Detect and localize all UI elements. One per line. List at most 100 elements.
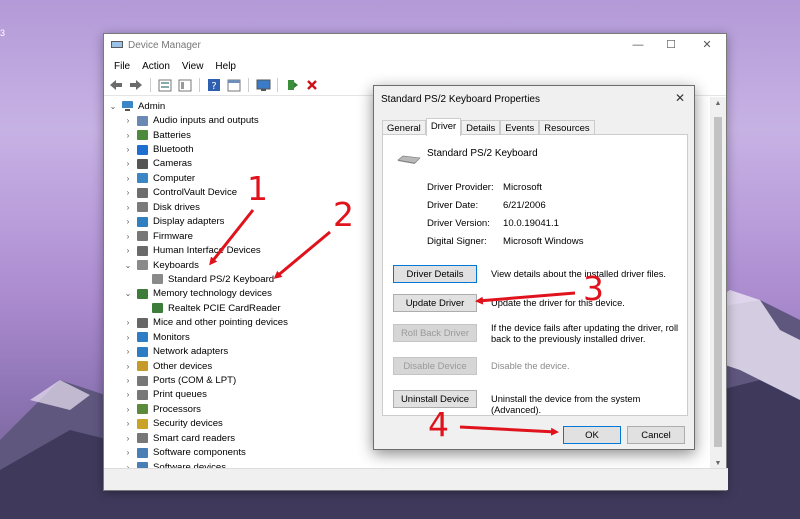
ok-button[interactable]: OK (563, 426, 621, 444)
device-category-icon (137, 361, 148, 372)
title-bar: Device Manager — ☐ ✕ (104, 34, 726, 57)
close-button[interactable]: ✕ (692, 37, 722, 53)
device-category-icon (137, 375, 148, 386)
device-category-icon (137, 158, 148, 169)
device-category-icon (137, 418, 148, 429)
expand-chevron-icon[interactable]: › (123, 174, 133, 183)
expand-chevron-icon[interactable]: › (123, 448, 133, 457)
digital-signer-value: Microsoft Windows (503, 236, 584, 247)
driver-version-value: 10.0.19041.1 (503, 218, 560, 229)
dialog-close-button[interactable]: ✕ (670, 89, 690, 107)
collapse-chevron-icon[interactable]: ⌄ (123, 289, 133, 298)
expand-chevron-icon[interactable]: › (123, 333, 133, 342)
device-category-icon (137, 130, 148, 141)
update-driver-button[interactable]: Update Driver (393, 294, 477, 312)
expand-chevron-icon[interactable]: › (123, 376, 133, 385)
tree-item-label: ControlVault Device (153, 187, 238, 199)
dialog-title: Standard PS/2 Keyboard Properties (381, 94, 540, 105)
toolbar-separator (150, 78, 151, 92)
expand-chevron-icon[interactable]: › (123, 116, 133, 125)
expand-chevron-icon[interactable]: › (123, 203, 133, 212)
device-category-icon (137, 144, 148, 155)
uninstall-icon[interactable] (304, 77, 320, 93)
help-icon[interactable]: ? (206, 77, 222, 93)
desktop-edge-mark: 3 (0, 28, 6, 38)
device-category-icon (137, 202, 148, 213)
scrollbar-thumb[interactable] (714, 117, 722, 447)
expand-chevron-icon[interactable]: ⌄ (108, 102, 118, 111)
show-hide-icon[interactable] (177, 77, 193, 93)
expand-chevron-icon[interactable]: › (123, 318, 133, 327)
device-category-icon (137, 346, 148, 357)
toolbar-separator (248, 78, 249, 92)
collapse-chevron-icon[interactable]: ⌄ (123, 261, 133, 270)
expand-chevron-icon[interactable]: › (123, 217, 133, 226)
tree-item-label: Display adapters (153, 216, 225, 228)
menu-help[interactable]: Help (209, 61, 242, 72)
properties-icon[interactable] (157, 77, 173, 93)
tree-item-label: Standard PS/2 Keyboard (168, 273, 275, 285)
tree-item-label: Bluetooth (153, 144, 194, 156)
device-category-icon (137, 317, 148, 328)
tab-driver[interactable]: Driver (425, 118, 462, 136)
view-icon[interactable] (226, 77, 242, 93)
expand-chevron-icon[interactable]: › (123, 131, 133, 140)
expand-chevron-icon[interactable]: › (123, 434, 133, 443)
device-category-icon (137, 260, 148, 271)
expand-chevron-icon[interactable]: › (123, 188, 133, 197)
device-category-icon (137, 404, 148, 415)
expand-chevron-icon[interactable]: › (123, 145, 133, 154)
menu-action[interactable]: Action (136, 61, 176, 72)
device-category-icon (137, 115, 148, 126)
device-name: Standard PS/2 Keyboard (427, 148, 538, 159)
expand-chevron-icon[interactable]: › (123, 362, 133, 371)
expand-chevron-icon[interactable]: › (123, 419, 133, 428)
keyboard-icon (397, 155, 421, 164)
expand-chevron-icon[interactable]: › (123, 390, 133, 399)
menu-view[interactable]: View (176, 61, 210, 72)
device-manager-icon (111, 41, 123, 48)
toolbar-separator (277, 78, 278, 92)
driver-details-button[interactable]: Driver Details (393, 265, 477, 283)
expand-chevron-icon[interactable]: › (123, 246, 133, 255)
minimize-button[interactable]: — (623, 37, 653, 53)
tree-item-label: Security devices (153, 418, 223, 430)
enable-device-icon[interactable] (284, 77, 300, 93)
device-category-icon (137, 231, 148, 242)
tree-item-label: Ports (COM & LPT) (153, 375, 237, 387)
scroll-up-icon[interactable]: ▲ (710, 100, 726, 107)
back-icon[interactable] (108, 77, 124, 93)
tree-item-label: Disk drives (153, 201, 200, 213)
tree-vertical-scrollbar[interactable]: ▲ ▼ (710, 97, 726, 470)
roll-back-driver-button[interactable]: Roll Back Driver (393, 324, 477, 342)
uninstall-device-description: Uninstall the device from the system (Ad… (491, 394, 641, 415)
expand-chevron-icon[interactable]: › (123, 347, 133, 356)
menu-file[interactable]: File (108, 61, 136, 72)
monitor-icon[interactable] (255, 77, 271, 93)
forward-icon[interactable] (128, 77, 144, 93)
properties-dialog: Standard PS/2 Keyboard Properties ✕ Gene… (373, 85, 695, 450)
scroll-down-icon[interactable]: ▼ (710, 460, 726, 467)
roll-back-driver-description: If the device fails after updating the d… (491, 323, 679, 344)
tree-item-label: Firmware (153, 230, 193, 242)
cancel-button[interactable]: Cancel (627, 426, 685, 444)
device-category-icon (137, 447, 148, 458)
tree-item-label: Software components (153, 447, 246, 459)
expand-chevron-icon[interactable]: › (123, 232, 133, 241)
device-category-icon (137, 433, 148, 444)
maximize-button[interactable]: ☐ (656, 37, 686, 53)
disable-device-button[interactable]: Disable Device (393, 357, 477, 375)
digital-signer-label: Digital Signer: (427, 236, 487, 247)
tree-root-label: Admin (138, 100, 166, 112)
svg-text:?: ? (211, 81, 216, 92)
annotation-number-3: 3 (583, 269, 604, 308)
tree-item-label: Smart card readers (153, 432, 236, 444)
tree-item-label: Memory technology devices (153, 288, 272, 300)
device-category-icon (137, 245, 148, 256)
driver-date-value: 6/21/2006 (503, 200, 546, 211)
annotation-number-4: 4 (428, 405, 449, 444)
toolbar-separator (199, 78, 200, 92)
driver-provider-value: Microsoft (503, 182, 542, 193)
expand-chevron-icon[interactable]: › (123, 405, 133, 414)
expand-chevron-icon[interactable]: › (123, 159, 133, 168)
